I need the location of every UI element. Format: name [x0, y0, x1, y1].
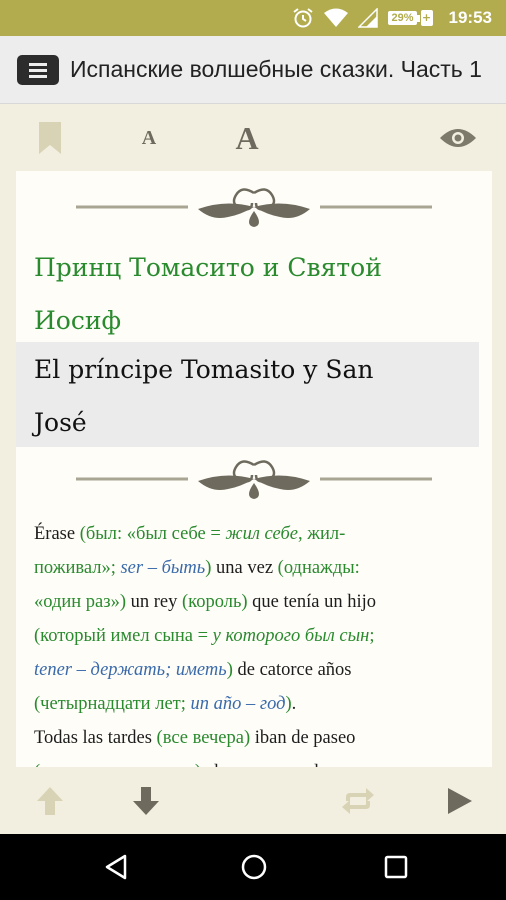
repeat-icon [342, 788, 374, 814]
text-line: (который имел сына = у которого был сын; [34, 619, 486, 653]
system-nav-bar [0, 834, 506, 900]
text-segment[interactable]: el monarca y el [201, 762, 320, 767]
text-line: поживал»; ser – быть) una vez (однажды: [34, 551, 486, 585]
menu-button[interactable] [17, 55, 59, 85]
eye-icon [440, 129, 476, 147]
play-button[interactable] [442, 768, 478, 834]
arrow-down-icon [133, 787, 159, 815]
chapter-title-russian: Принц Томасито и Святой Иосиф [34, 241, 474, 347]
recents-icon [384, 855, 408, 879]
playback-bar [0, 768, 506, 834]
text-line: «один раз») un rey (король) que tenía un… [34, 585, 486, 619]
home-icon [241, 854, 267, 880]
book-page: Принц Томасито и Святой Иосиф El príncip… [16, 171, 492, 767]
text-segment[interactable]: un año – год [191, 694, 286, 714]
font-decrease-icon: A [141, 126, 157, 149]
text-segment[interactable]: жил себе [225, 524, 298, 544]
wifi-icon [324, 8, 349, 27]
text-line: Todas las tardes (все вечера) iban de pa… [34, 721, 486, 755]
ornament-divider [76, 188, 432, 227]
text-segment[interactable]: que tenía un hijo [248, 592, 376, 612]
text-segment[interactable]: Todas las tardes [34, 728, 157, 748]
title-es-line: José [34, 408, 87, 437]
bookmark-button[interactable] [36, 105, 64, 171]
text-segment[interactable]: у которого был сын [213, 626, 370, 646]
book-title: Испанские волшебные сказки. Часть 1 [70, 56, 482, 82]
chapter-title-spanish: El príncipe Tomasito y San José [34, 343, 464, 449]
text-segment[interactable]: Érase [34, 524, 80, 544]
battery-icon: 29% + [388, 10, 433, 26]
text-line: tener – держать; иметь) de catorce años [34, 653, 486, 687]
back-icon [105, 854, 127, 880]
home-button[interactable] [234, 834, 274, 900]
back-button[interactable] [96, 834, 136, 900]
text-segment[interactable]: ; [369, 626, 374, 646]
text-segment[interactable]: (ходили на прогулку) [34, 762, 201, 767]
text-line: (ходили на прогулку) el monarca y el [34, 755, 486, 767]
text-segment[interactable]: «один раз») [34, 592, 126, 612]
text-segment[interactable]: поживал»; [34, 558, 120, 578]
view-mode-button[interactable] [436, 105, 480, 171]
font-increase-icon: A [235, 119, 259, 156]
text-segment[interactable]: un rey [126, 592, 182, 612]
text-segment[interactable]: (четырнадцати лет; [34, 694, 191, 714]
title-ru-line: Принц Томасито и Святой [34, 253, 382, 282]
text-segment[interactable]: (который имел сына = [34, 626, 213, 646]
text-segment[interactable]: , жил- [298, 524, 345, 544]
story-text: Érase (был: «был себе = жил себе, жил-по… [34, 517, 486, 767]
alarm-icon [293, 8, 314, 28]
ornament-divider [76, 460, 432, 499]
text-segment[interactable]: . [292, 694, 297, 714]
bookmark-icon [39, 122, 61, 154]
text-line: (четырнадцати лет; un año – год). [34, 687, 486, 721]
font-decrease-button[interactable]: A [132, 105, 166, 171]
title-ru-line: Иосиф [34, 306, 122, 335]
text-segment[interactable]: iban de paseo [250, 728, 356, 748]
text-segment[interactable]: una vez [211, 558, 277, 578]
text-segment[interactable]: (все вечера) [157, 728, 251, 748]
text-segment[interactable]: de catorce años [233, 660, 351, 680]
text-line: Érase (был: «был себе = жил себе, жил- [34, 517, 486, 551]
text-segment[interactable]: (однажды: [278, 558, 360, 578]
title-es-line: El príncipe Tomasito y San [34, 355, 374, 384]
battery-percent: 29% [388, 11, 417, 25]
status-bar: 29% + 19:53 [0, 0, 506, 36]
text-segment[interactable]: (король) [182, 592, 248, 612]
signal-icon [358, 8, 379, 28]
reader-toolbar: A A [0, 105, 506, 171]
arrow-up-icon [37, 787, 63, 815]
repeat-button[interactable] [338, 768, 378, 834]
prev-sentence-button[interactable] [32, 768, 68, 834]
next-sentence-button[interactable] [128, 768, 164, 834]
text-segment[interactable]: tener – держать; иметь [34, 660, 227, 680]
text-segment[interactable]: ser – быть [120, 558, 205, 578]
recents-button[interactable] [376, 834, 416, 900]
play-icon [448, 788, 472, 814]
title-bar: Испанские волшебные сказки. Часть 1 [0, 36, 506, 104]
font-increase-button[interactable]: A [226, 105, 268, 171]
clock: 19:53 [448, 8, 492, 27]
text-segment[interactable]: (был: «был себе = [80, 524, 226, 544]
